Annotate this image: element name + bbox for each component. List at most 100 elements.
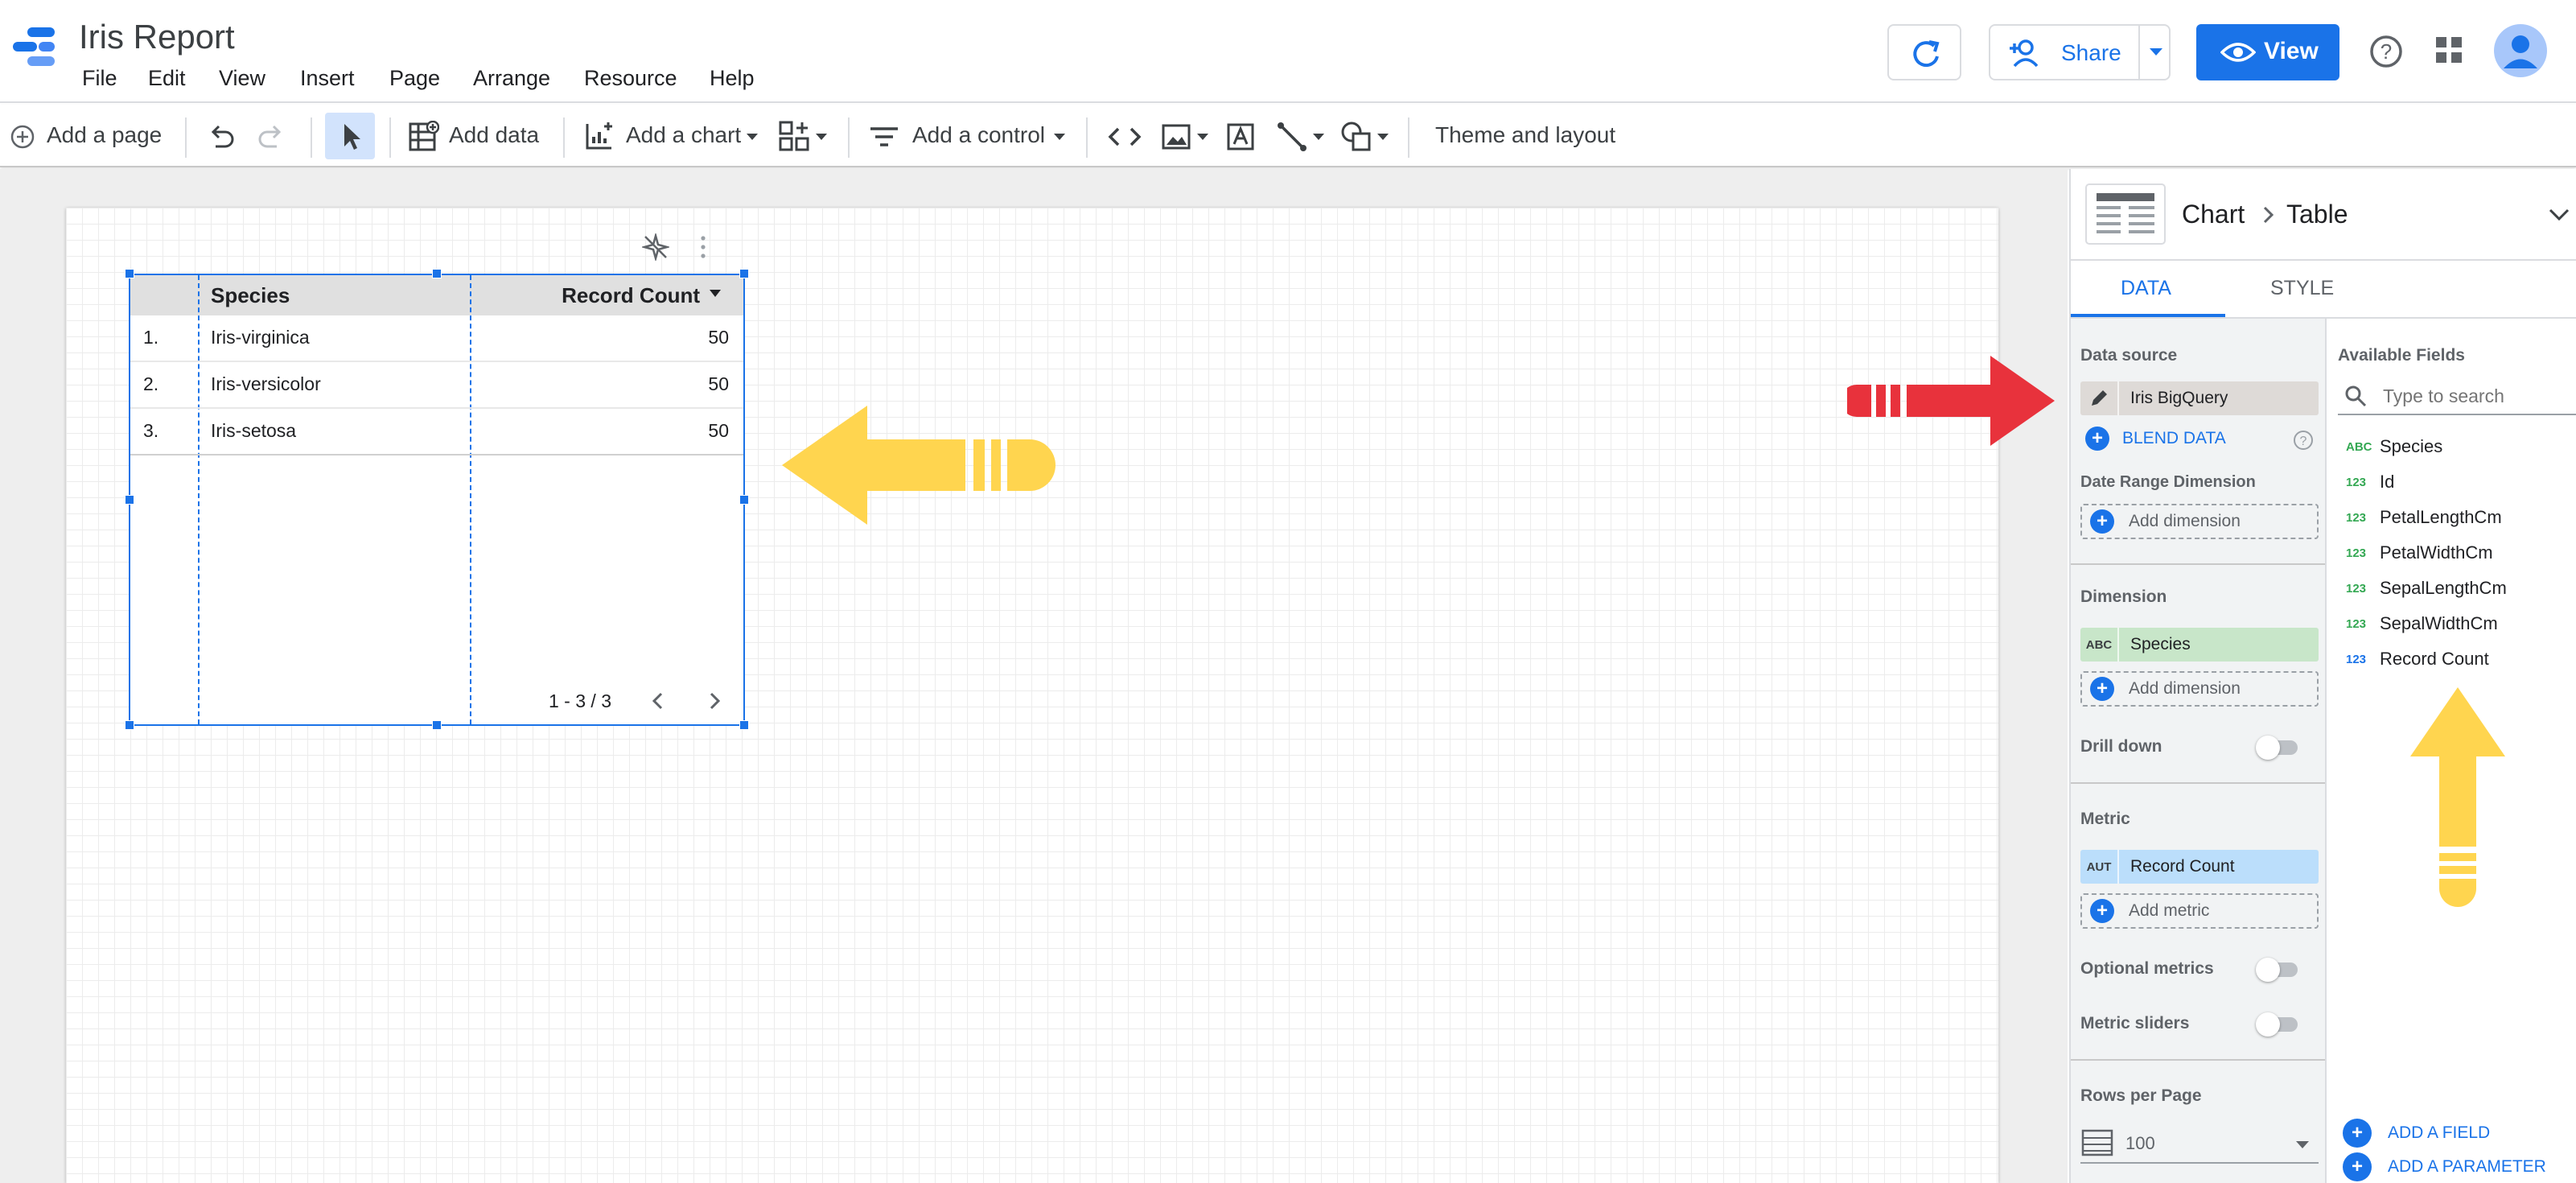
column-header-species[interactable]: Species	[211, 283, 290, 308]
view-button[interactable]: View	[2196, 24, 2339, 80]
column-header-record-count[interactable]: Record Count	[483, 283, 700, 308]
explore-sparkle-icon[interactable]	[642, 233, 669, 261]
field-item[interactable]: 123 PetalLengthCm	[2346, 507, 2502, 528]
menu-resource[interactable]: Resource	[584, 66, 677, 91]
text-type-icon: ABC	[2080, 628, 2119, 662]
tab-style[interactable]: STYLE	[2270, 277, 2334, 300]
dimension-chip-species[interactable]: ABC Species	[2080, 628, 2319, 662]
menu-insert[interactable]: Insert	[300, 66, 355, 91]
menu-edit[interactable]: Edit	[148, 66, 186, 91]
blend-data-button[interactable]: + BLEND DATA	[2085, 427, 2226, 451]
data-source-name: Iris BigQuery	[2130, 389, 2228, 407]
add-control-dropdown-icon[interactable]	[1054, 134, 1065, 140]
share-button[interactable]: Share	[1989, 24, 2171, 80]
field-item[interactable]: 123 SepalWidthCm	[2346, 613, 2498, 634]
drill-down-toggle[interactable]	[2256, 736, 2298, 760]
resize-handle[interactable]	[432, 269, 442, 278]
help-circle-icon[interactable]: ?	[2293, 430, 2314, 451]
resize-handle[interactable]	[125, 495, 134, 505]
sort-desc-icon[interactable]	[710, 290, 721, 297]
add-parameter-button[interactable]: + ADD A PARAMETER	[2343, 1152, 2546, 1181]
prev-page-icon[interactable]	[647, 689, 669, 713]
text-type-icon: ABC	[2346, 439, 2372, 454]
add-metric-label: Add metric	[2129, 901, 2210, 920]
metric-sliders-toggle[interactable]	[2256, 1012, 2298, 1037]
add-person-icon	[2010, 39, 2039, 68]
apps-grid-icon[interactable]	[2434, 35, 2463, 64]
field-search-input[interactable]	[2383, 381, 2574, 410]
add-field-label: ADD A FIELD	[2388, 1123, 2491, 1142]
yellow-arrow-left-icon	[782, 406, 1056, 525]
theme-layout-button[interactable]: Theme and layout	[1435, 122, 1615, 148]
row-number: 3.	[143, 420, 159, 441]
add-dimension-button[interactable]: + Add dimension	[2080, 671, 2319, 707]
refresh-icon	[1913, 40, 1940, 68]
data-source-chip[interactable]: Iris BigQuery	[2080, 381, 2319, 415]
rows-per-page-select[interactable]: 100	[2080, 1123, 2319, 1164]
add-chart-dropdown-icon[interactable]	[747, 134, 758, 140]
resize-handle[interactable]	[739, 269, 749, 278]
field-item[interactable]: 123 Id	[2346, 472, 2394, 493]
next-page-icon[interactable]	[703, 689, 726, 713]
chevron-down-icon[interactable]	[2545, 203, 2573, 227]
resize-handle[interactable]	[125, 269, 134, 278]
community-viz-dropdown-icon[interactable]	[816, 134, 827, 140]
resize-handle[interactable]	[739, 495, 749, 505]
resize-handle[interactable]	[739, 720, 749, 730]
add-control-button[interactable]: Add a control	[912, 122, 1045, 148]
shape-icon[interactable]	[1339, 119, 1374, 155]
image-icon[interactable]	[1160, 121, 1192, 153]
add-chart-button[interactable]: Add a chart	[626, 122, 741, 148]
line-dropdown-icon[interactable]	[1313, 134, 1324, 140]
metric-chip-record-count[interactable]: AUT Record Count	[2080, 850, 2319, 884]
line-icon[interactable]	[1276, 121, 1308, 153]
field-item[interactable]: 123 SepalLengthCm	[2346, 578, 2507, 599]
svg-text:?: ?	[2381, 39, 2392, 64]
number-type-icon: 123	[2346, 652, 2367, 666]
resize-handle[interactable]	[432, 720, 442, 730]
number-type-icon: 123	[2346, 475, 2367, 489]
avatar[interactable]	[2494, 24, 2547, 77]
resize-handle[interactable]	[125, 720, 134, 730]
field-item[interactable]: 123 PetalWidthCm	[2346, 542, 2493, 563]
menu-help[interactable]: Help	[710, 66, 755, 91]
text-box-icon[interactable]	[1224, 121, 1257, 153]
plus-icon: +	[2085, 427, 2109, 451]
add-dimension-label: Add dimension	[2129, 679, 2241, 698]
share-dropdown-icon[interactable]	[2150, 48, 2162, 56]
menu-arrange[interactable]: Arrange	[473, 66, 550, 91]
select-tool-button[interactable]	[325, 113, 375, 159]
image-dropdown-icon[interactable]	[1197, 134, 1208, 140]
menu-view[interactable]: View	[219, 66, 265, 91]
report-title[interactable]: Iris Report	[79, 18, 235, 56]
add-data-button[interactable]: Add data	[449, 122, 539, 148]
code-embed-icon[interactable]	[1107, 122, 1142, 151]
help-icon[interactable]: ?	[2368, 34, 2404, 69]
cell-record-count: 50	[708, 373, 729, 394]
menu-page[interactable]: Page	[389, 66, 440, 91]
add-date-dimension-button[interactable]: + Add dimension	[2080, 504, 2319, 539]
redo-icon[interactable]	[257, 122, 286, 151]
pencil-edit-icon[interactable]	[2080, 381, 2119, 415]
add-field-button[interactable]: + ADD A FIELD	[2343, 1119, 2490, 1148]
tab-data[interactable]: DATA	[2121, 277, 2171, 300]
community-viz-icon[interactable]	[777, 119, 811, 153]
blend-data-label: BLEND DATA	[2122, 429, 2226, 447]
more-options-icon[interactable]	[695, 233, 711, 261]
drill-down-label: Drill down	[2080, 737, 2162, 756]
field-item[interactable]: 123 Record Count	[2346, 649, 2489, 670]
undo-icon[interactable]	[206, 122, 235, 151]
refresh-button[interactable]	[1887, 24, 1961, 80]
plus-icon: +	[2090, 509, 2114, 534]
dimension-value: Species	[2130, 635, 2191, 653]
menu-file[interactable]: File	[82, 66, 117, 91]
dropdown-arrow-icon	[2296, 1141, 2309, 1148]
add-page-button[interactable]: Add a page	[47, 122, 162, 148]
shape-dropdown-icon[interactable]	[1377, 134, 1389, 140]
optional-metrics-toggle[interactable]	[2256, 958, 2298, 982]
add-metric-button[interactable]: + Add metric	[2080, 893, 2319, 929]
table-chart-type-icon[interactable]	[2085, 183, 2166, 245]
app-header	[0, 0, 2576, 103]
field-item[interactable]: ABC Species	[2346, 436, 2442, 457]
plus-icon: +	[2090, 899, 2114, 923]
